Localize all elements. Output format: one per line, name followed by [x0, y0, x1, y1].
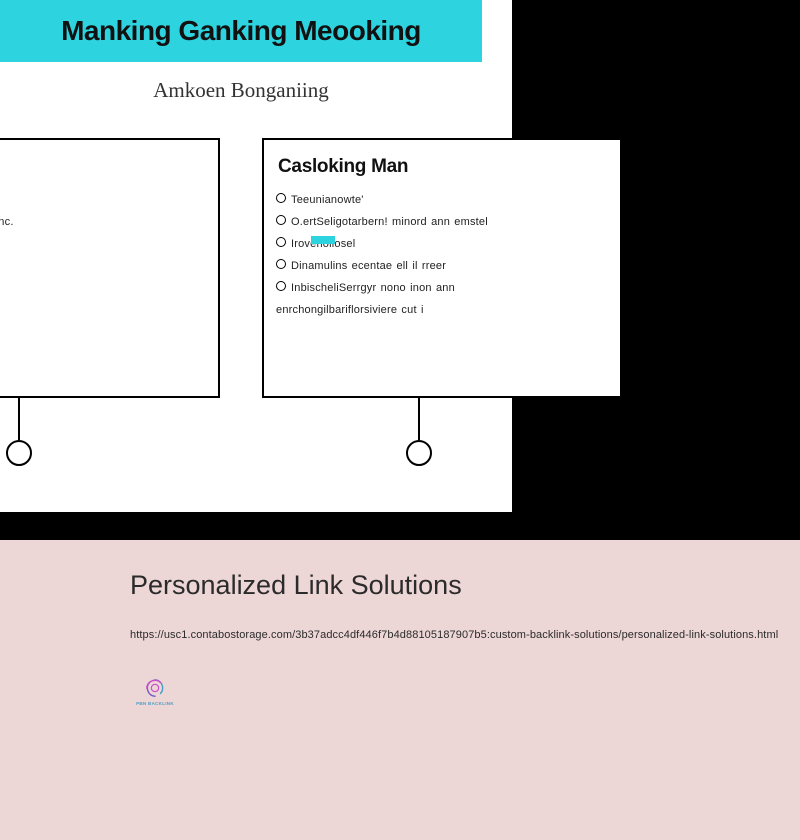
brand-logo: PBN BACKLINK [130, 669, 180, 714]
list-item: oSS grener cinstoth inc. [0, 214, 206, 231]
list-item: onenetominn eem [0, 302, 206, 319]
list-item: lesO [0, 192, 206, 209]
brand-logo-text: PBN BACKLINK [136, 701, 174, 706]
diagram-area: Manking Ganking Meooking Amkoen Bonganii… [0, 0, 512, 512]
upper-region: Manking Ganking Meooking Amkoen Bonganii… [0, 0, 800, 540]
list-item: gil sinne comeomatione [0, 236, 206, 253]
diagram-subtitle: Amkoen Bonganiing [0, 78, 482, 103]
lower-region: Personalized Link Solutions https://usc1… [0, 540, 800, 840]
list-item: Teeunianowte' [276, 192, 608, 209]
page-title: Personalized Link Solutions [130, 570, 800, 601]
swirl-icon [144, 677, 166, 699]
diagram-box-left: ng bleking lesO oSS grener cinstoth inc.… [0, 138, 220, 398]
cyan-highlight-mark [311, 236, 335, 244]
page-url: https://usc1.contabostorage.com/3b37adcc… [130, 629, 800, 641]
connector-line-right [418, 398, 420, 440]
box-right-title: Casloking Man [276, 150, 608, 192]
node-circle-right [406, 440, 432, 466]
diagram-box-right: Casloking Man Teeunianowte' O.ertSeligot… [262, 138, 622, 398]
diagram-header-bar: Manking Ganking Meooking [0, 0, 482, 62]
list-item: Dinamulins ecentae ell il rreer [276, 258, 608, 275]
list-item: InbischeliSerrgyr nono inon ann [276, 280, 608, 297]
circle-bullet-icon [276, 259, 286, 269]
node-circle-left [6, 440, 32, 466]
list-item: egieltrebonl elect naleo [0, 258, 206, 275]
list-item: enrchongilbariflorsiviere cut i [276, 302, 608, 319]
circle-bullet-icon [276, 215, 286, 225]
box-right-list: Teeunianowte' O.ertSeligotarbern! minord… [276, 192, 608, 319]
diagram-title: Manking Ganking Meooking [61, 15, 421, 47]
connector-line-left [18, 398, 20, 440]
black-bottom-strip [0, 512, 512, 540]
box-left-list: lesO oSS grener cinstoth inc. gil sinne … [0, 192, 206, 319]
list-item: O.ertSeligotarbern! minord ann emstel [276, 214, 608, 231]
circle-bullet-icon [276, 281, 286, 291]
circle-bullet-icon [276, 237, 286, 247]
box-left-title: ng bleking [0, 150, 206, 192]
list-item: igpel InIlinsd ercovnern [0, 280, 206, 297]
circle-bullet-icon [276, 193, 286, 203]
